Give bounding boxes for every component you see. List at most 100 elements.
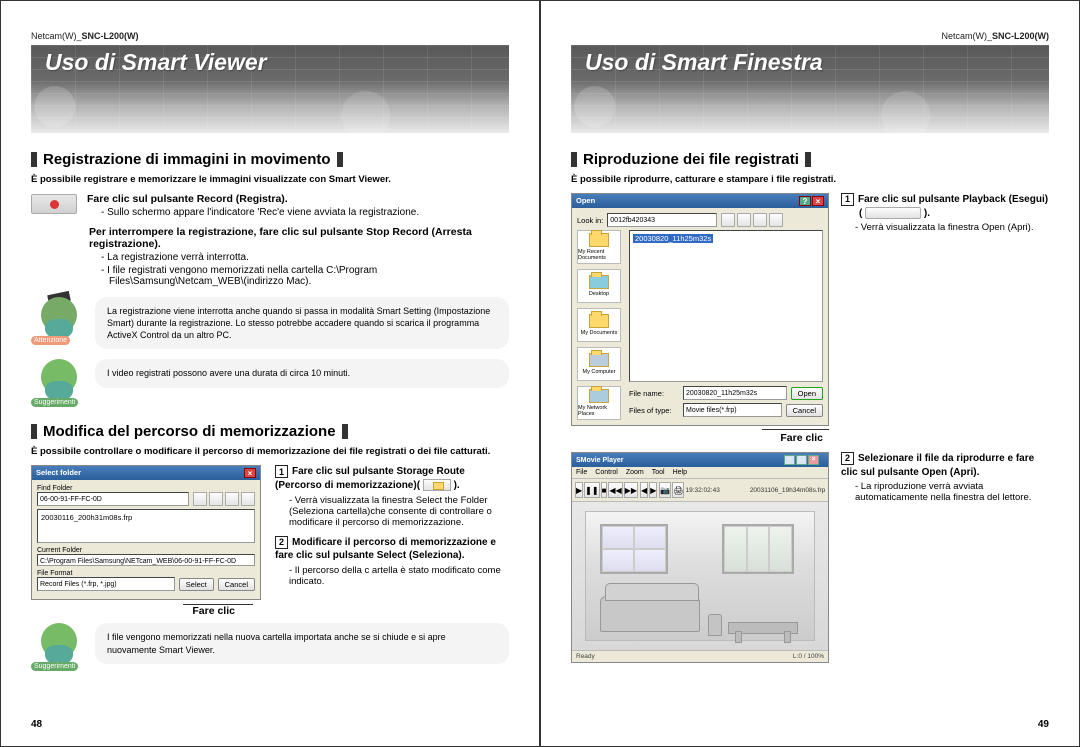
view-icon[interactable] bbox=[241, 492, 255, 506]
mascot-tip-icon-1: Suggerimenti bbox=[31, 359, 87, 405]
prev-icon[interactable]: ◀◀ bbox=[608, 482, 622, 498]
storage-step2-sub: - Il percorso della c artella è stato mo… bbox=[289, 565, 509, 587]
my-recent-docs-icon[interactable]: My Recent Documents bbox=[577, 230, 621, 264]
smovie-player: SMovie Player –□× File Control Zoom Tool… bbox=[571, 452, 829, 663]
suggerimenti-tag-2: Suggerimenti bbox=[31, 662, 78, 671]
menu-control[interactable]: Control bbox=[595, 469, 618, 476]
menu-help[interactable]: Help bbox=[673, 469, 687, 476]
filetype-label: Files of type: bbox=[629, 406, 679, 415]
stop-step-head: Per interrompere la registrazione, fare … bbox=[89, 226, 509, 250]
menu-zoom[interactable]: Zoom bbox=[626, 469, 644, 476]
up-icon[interactable] bbox=[737, 213, 751, 227]
section-playback-title: Riproduzione dei file registrati bbox=[571, 151, 1049, 168]
menu-file[interactable]: File bbox=[576, 469, 587, 476]
section-storage-title: Modifica del percorso di memorizzazione bbox=[31, 423, 509, 440]
menu-tool[interactable]: Tool bbox=[652, 469, 665, 476]
suggerimenti-tag-1: Suggerimenti bbox=[31, 398, 78, 407]
header-prefix: Netcam(W)_ bbox=[31, 31, 82, 41]
my-computer-icon[interactable]: My Computer bbox=[577, 347, 621, 381]
help-icon[interactable]: ? bbox=[799, 196, 811, 206]
find-folder-input[interactable]: 06-00-91-FF-FC-0D bbox=[37, 492, 189, 506]
dlg-title: Select folder bbox=[36, 468, 81, 478]
player-status-left: Ready bbox=[576, 653, 595, 660]
file-format-label: File Format bbox=[37, 570, 255, 577]
current-folder-input[interactable]: C:\Program Files\Samsung\NETcam_WEB\06-0… bbox=[37, 554, 255, 566]
new-folder-icon[interactable] bbox=[225, 492, 239, 506]
playback-step2-sub: - La riproduzione verrà avviata automati… bbox=[855, 481, 1049, 503]
record-icon bbox=[31, 194, 77, 214]
storage-route-icon bbox=[423, 479, 451, 491]
print-icon[interactable]: 🖨 bbox=[672, 482, 684, 498]
frame-back-icon[interactable]: ◀ bbox=[640, 482, 648, 498]
header-model: SNC-L200(W) bbox=[82, 31, 139, 41]
playback-button-icon bbox=[865, 207, 921, 219]
storage-step1-head: 1Fare clic sul pulsante Storage Route (P… bbox=[275, 465, 509, 492]
storage-step2-head: 2Modificare il percorso di memorizzazion… bbox=[275, 536, 509, 563]
suggerimenti-bubble-2: I file vengono memorizzati nella nuova c… bbox=[95, 623, 509, 663]
minimize-icon[interactable]: – bbox=[784, 455, 795, 465]
record-step-head: Fare clic sul pulsante Record (Registra)… bbox=[87, 193, 509, 205]
select-button[interactable]: Select bbox=[179, 578, 214, 591]
section-playback-intro: È possibile riprodurre, catturare e stam… bbox=[571, 174, 1049, 185]
suggerimenti-bubble-1: I video registrati possono avere una dur… bbox=[95, 359, 509, 387]
player-time: 19:32:02:43 bbox=[685, 487, 719, 494]
find-folder-label: Find Folder bbox=[37, 485, 255, 492]
snapshot-icon[interactable]: 📷 bbox=[659, 482, 671, 498]
fare-clic-callout-right: Fare clic bbox=[762, 429, 829, 444]
page-number-right: 49 bbox=[1038, 719, 1049, 730]
page-right: Netcam(W)_SNC-L200(W) Uso di Smart Fines… bbox=[540, 0, 1080, 747]
attention-tag: Attenzione bbox=[31, 336, 70, 345]
lookin-select[interactable]: 0012fb420343 bbox=[607, 213, 717, 227]
mascot-tip-icon-2: Suggerimenti bbox=[31, 623, 87, 669]
maximize-icon[interactable]: □ bbox=[796, 455, 807, 465]
player-status-right: L:0 / 100% bbox=[793, 653, 824, 660]
file-format-input[interactable]: Record Files (*.frp, *.jpg) bbox=[37, 577, 175, 591]
open-cancel-button[interactable]: Cancel bbox=[786, 404, 823, 417]
my-network-icon[interactable]: My Network Places bbox=[577, 386, 621, 420]
attention-bubble: La registrazione viene interrotta anche … bbox=[95, 297, 509, 349]
folder-tree[interactable]: 20030116_200h31m08s.frp bbox=[37, 509, 255, 543]
stop-step-d1: - La registrazione verrà interrotta. bbox=[101, 252, 509, 263]
close-icon[interactable]: × bbox=[244, 468, 256, 478]
cancel-button[interactable]: Cancel bbox=[218, 578, 255, 591]
player-filename: 20031106_19h34m08s.frp bbox=[750, 487, 825, 494]
my-documents-icon[interactable]: My Documents bbox=[577, 308, 621, 342]
back-icon[interactable] bbox=[721, 213, 735, 227]
stop-step-d2: - I file registrati vengono memorizzati … bbox=[101, 265, 509, 287]
playback-step2-head: 2Selezionare il file da riprodurre e far… bbox=[841, 452, 1049, 479]
playback-step1-head: 1Fare clic sul pulsante Playback (Esegui… bbox=[841, 193, 1049, 220]
open-file-list[interactable]: 20030820_11h25m32s bbox=[629, 230, 823, 382]
filetype-select[interactable]: Movie files(*.frp) bbox=[683, 403, 782, 417]
open-button[interactable]: Open bbox=[791, 387, 823, 400]
section-storage-intro: È possibile controllare o modificare il … bbox=[31, 446, 509, 457]
filename-label: File name: bbox=[629, 389, 679, 398]
stop-icon[interactable]: ■ bbox=[601, 482, 608, 498]
player-toolbar: ▶ ❚❚ ■ ◀◀ ▶▶ ◀ ▶ 📷 🖨 19:32:02:43 2003110… bbox=[572, 479, 828, 502]
header-model-right: Netcam(W)_SNC-L200(W) bbox=[571, 31, 1049, 41]
close-icon[interactable]: × bbox=[812, 196, 824, 206]
frame-fwd-icon[interactable]: ▶ bbox=[649, 482, 657, 498]
new-folder-icon[interactable] bbox=[753, 213, 767, 227]
record-step-sub: - Sullo schermo appare l'indicatore 'Rec… bbox=[101, 207, 509, 218]
play-icon[interactable]: ▶ bbox=[575, 482, 583, 498]
file-list-item[interactable]: 20030820_11h25m32s bbox=[633, 234, 713, 243]
select-folder-dialog: Select folder × Find Folder 06-00-91-FF-F… bbox=[31, 465, 263, 617]
fare-clic-callout-left: Fare clic bbox=[183, 604, 253, 617]
nav-icon[interactable] bbox=[193, 492, 207, 506]
open-dlg-title: Open bbox=[576, 196, 595, 206]
header-model-left: Netcam(W)_SNC-L200(W) bbox=[31, 31, 509, 41]
playback-step1-sub: - Verrà visualizzata la finestra Open (A… bbox=[855, 222, 1049, 233]
banner-right: Uso di Smart Finestra bbox=[571, 45, 1049, 133]
pause-icon[interactable]: ❚❚ bbox=[584, 482, 599, 498]
up-icon[interactable] bbox=[209, 492, 223, 506]
player-menubar[interactable]: File Control Zoom Tool Help bbox=[572, 467, 828, 479]
view-icon[interactable] bbox=[769, 213, 783, 227]
current-folder-label: Current Folder bbox=[37, 547, 255, 554]
section-recording-title: Registrazione di immagini in movimento bbox=[31, 151, 509, 168]
filename-input[interactable]: 20030820_11h25m32s bbox=[683, 386, 787, 400]
page-left: Netcam(W)_SNC-L200(W) Uso di Smart Viewe… bbox=[0, 0, 540, 747]
section-recording-intro: È possibile registrare e memorizzare le … bbox=[31, 174, 509, 185]
next-icon[interactable]: ▶▶ bbox=[624, 482, 638, 498]
close-icon[interactable]: × bbox=[808, 455, 819, 465]
desktop-icon[interactable]: Desktop bbox=[577, 269, 621, 303]
